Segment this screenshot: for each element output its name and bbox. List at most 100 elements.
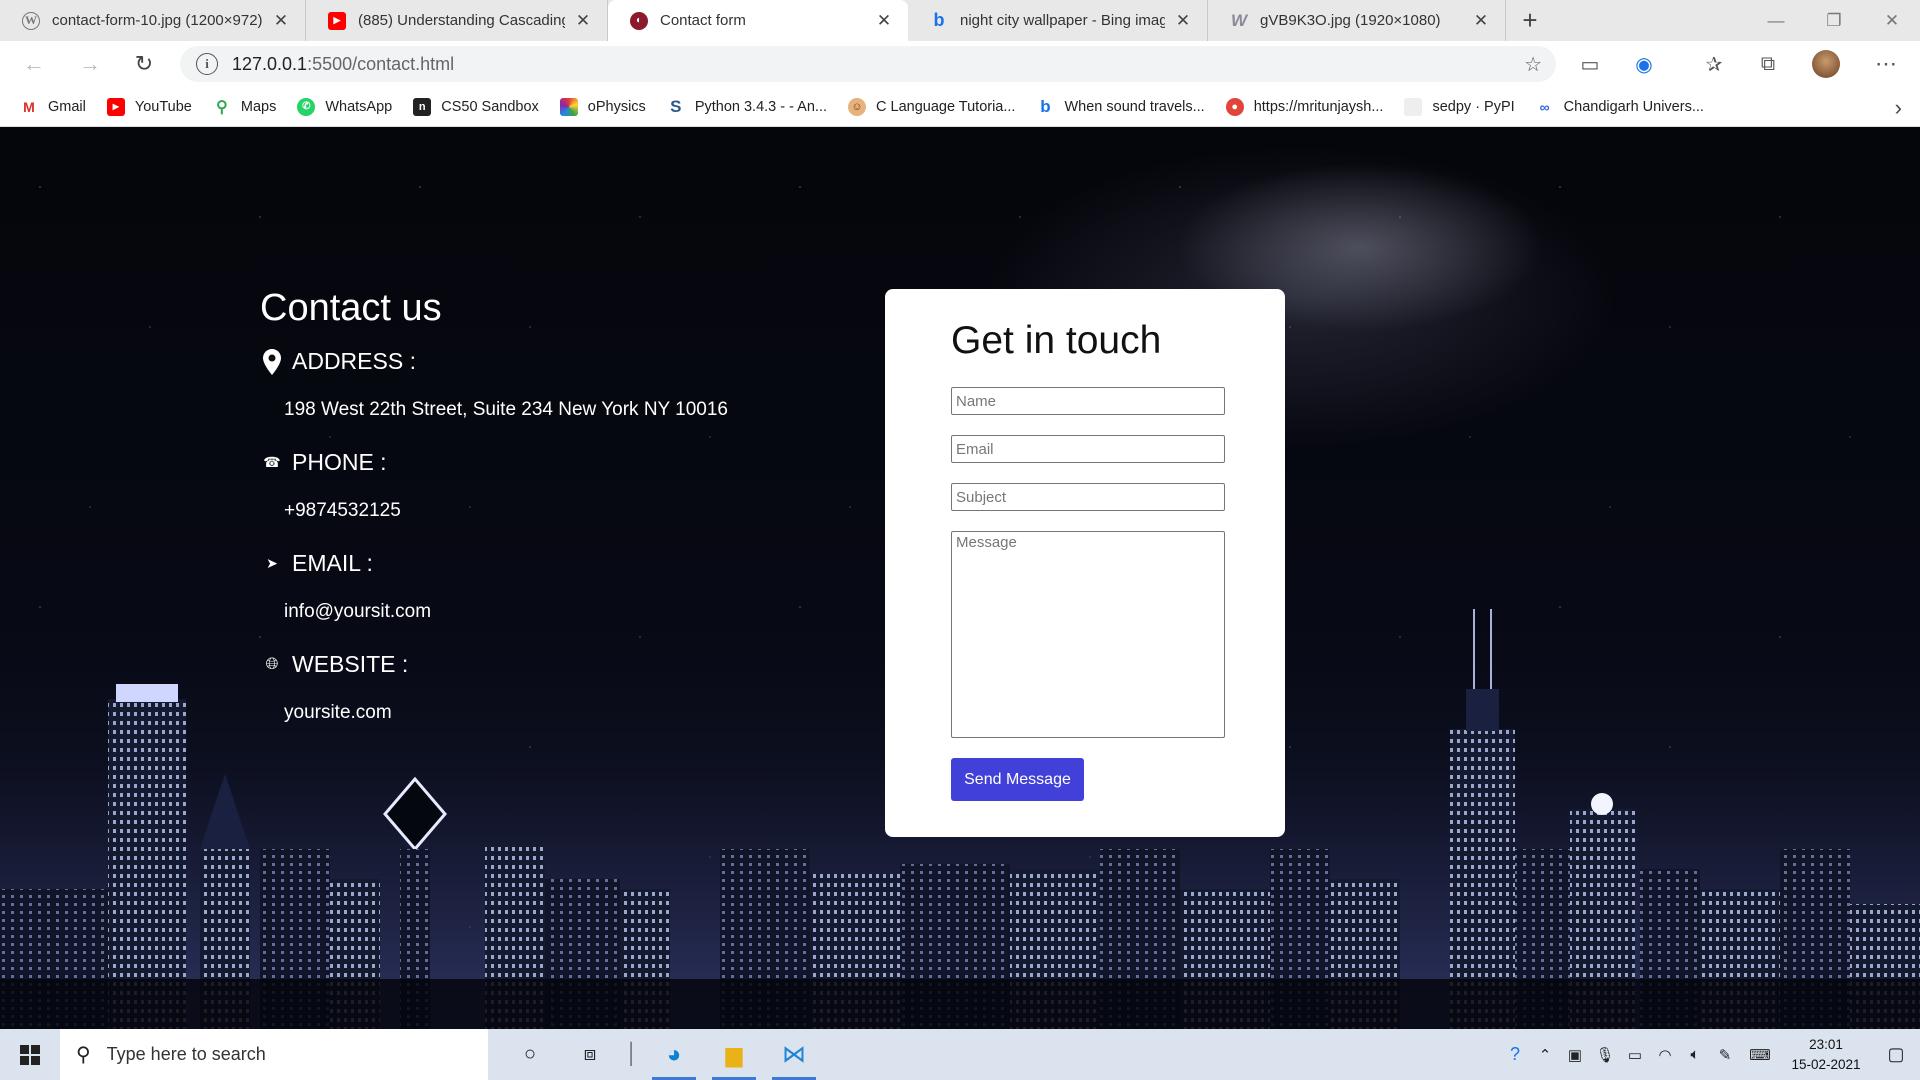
tab-title: gVB9K3O.jpg (1920×1080) — [1260, 12, 1441, 29]
bookmark-maps[interactable]: ⚲ Maps — [213, 98, 276, 116]
meet-now-icon[interactable]: ▣ — [1560, 1029, 1590, 1080]
start-button[interactable] — [0, 1029, 60, 1080]
file-explorer-icon[interactable]: ▆ — [704, 1029, 764, 1080]
minimize-button[interactable]: — — [1748, 0, 1804, 41]
taskbar-search-box[interactable]: ⚲ Type here to search — [60, 1029, 488, 1080]
notifications-icon[interactable]: ▢ — [1872, 1029, 1920, 1080]
chevron-right-icon[interactable]: › — [1895, 95, 1902, 121]
pen-icon[interactable]: ✎ — [1710, 1029, 1740, 1080]
bookmark-label: Chandigarh Univers... — [1563, 98, 1704, 115]
close-icon[interactable]: ✕ — [874, 11, 894, 31]
search-placeholder: Type here to search — [106, 1044, 266, 1064]
email-label: EMAIL : — [292, 550, 373, 576]
edge-browser-icon[interactable]: ◕ — [644, 1029, 704, 1080]
url-text[interactable]: 127.0.0.1:5500/contact.html — [232, 54, 454, 75]
taskbar-divider-icon: │ — [625, 1043, 639, 1065]
bookmark-label: https://mritunjaysh... — [1253, 98, 1384, 115]
ophysics-icon — [559, 97, 578, 116]
tab-wallpaper-image[interactable]: W gVB9K3O.jpg (1920×1080) ✕ — [1208, 0, 1506, 41]
cortana-icon[interactable]: ○ — [500, 1029, 560, 1080]
youtube-icon: ▶ — [328, 11, 346, 30]
search-icon: ⚲ — [76, 1044, 91, 1066]
wordpress-icon: W — [22, 11, 40, 30]
back-arrow-icon[interactable]: ← — [14, 41, 54, 87]
close-icon[interactable]: ✕ — [573, 11, 593, 31]
keyboard-icon[interactable]: ⌨ — [1740, 1029, 1780, 1080]
reload-icon[interactable]: ↻ — [124, 41, 164, 87]
battery-icon[interactable]: ▭ — [1620, 1029, 1650, 1080]
vscode-icon[interactable]: ⋈ — [764, 1029, 824, 1080]
send-message-button[interactable]: Send Message — [951, 758, 1084, 801]
favorites-icon[interactable]: ✰ — [1694, 41, 1734, 87]
tab-bing[interactable]: b night city wallpaper - Bing imag ✕ — [908, 0, 1208, 41]
task-view-icon[interactable]: ⧈ — [560, 1029, 620, 1080]
add-favorite-icon[interactable]: ☆ — [1524, 52, 1542, 77]
close-icon[interactable]: ✕ — [1471, 11, 1491, 31]
message-textarea[interactable] — [951, 531, 1225, 738]
forward-arrow-icon[interactable]: → — [70, 41, 110, 87]
map-pin-icon — [260, 348, 284, 375]
bookmark-cs50[interactable]: n CS50 Sandbox — [413, 97, 539, 116]
bing-icon: b — [933, 10, 945, 30]
bookmark-sound[interactable]: b When sound travels... — [1036, 96, 1205, 116]
microphone-icon[interactable]: 🎙︎ — [1590, 1029, 1620, 1080]
close-icon[interactable]: ✕ — [1173, 11, 1193, 31]
address-bar[interactable]: i 127.0.0.1:5500/contact.html ☆ — [180, 46, 1556, 82]
tab-contact-form-image[interactable]: W contact-form-10.jpg (1200×972) ✕ — [0, 0, 306, 41]
info-icon[interactable]: i — [196, 53, 218, 75]
email-label-row: ➤ EMAIL : — [260, 550, 728, 577]
bookmark-youtube[interactable]: ▶ YouTube — [106, 97, 192, 116]
new-tab-button[interactable]: + — [1512, 0, 1548, 41]
bookmark-chandigarh[interactable]: ∞ Chandigarh Univers... — [1536, 98, 1704, 116]
url-path: :5500/contact.html — [307, 53, 455, 74]
contact-page: Contact us ADDRESS : 198 West 22th Stree… — [0, 127, 1920, 1029]
bookmark-label: Python 3.4.3 - - An... — [694, 98, 827, 115]
bookmark-python[interactable]: S Python 3.4.3 - - An... — [667, 96, 827, 116]
tab-title: Contact form — [660, 12, 746, 29]
windows-taskbar: ⚲ Type here to search ○ ⧈ │ ◕ ▆ ⋈ ? ⌃ ▣ … — [0, 1029, 1920, 1080]
help-icon[interactable]: ? — [1500, 1029, 1530, 1080]
wifi-icon[interactable]: ◠ — [1650, 1029, 1680, 1080]
bookmark-mritunjay[interactable]: ● https://mritunjaysh... — [1225, 97, 1384, 116]
bookmark-label: sedpy · PyPI — [1432, 98, 1515, 115]
website-label: WEBSITE : — [292, 651, 409, 677]
email-input[interactable] — [951, 435, 1225, 463]
phone-label-row: ☎ PHONE : — [260, 449, 728, 476]
extension-icon[interactable]: ◉ — [1624, 41, 1664, 87]
bookmark-label: When sound travels... — [1064, 98, 1205, 115]
close-icon[interactable]: ✕ — [271, 11, 291, 31]
tab-strip: W contact-form-10.jpg (1200×972) ✕ ▶ (88… — [0, 0, 1920, 41]
cu-icon: ∞ — [1539, 98, 1550, 115]
bookmark-ophysics[interactable]: oPhysics — [559, 97, 646, 116]
tab-contact-form[interactable]: ◐ Contact form ✕ — [608, 0, 908, 41]
address-value: 198 West 22th Street, Suite 234 New York… — [284, 399, 728, 420]
contact-title: Contact us — [260, 287, 442, 329]
close-window-button[interactable]: ✕ — [1864, 0, 1920, 41]
cs50-icon: n — [413, 97, 432, 116]
profile-avatar[interactable] — [1806, 41, 1846, 87]
bookmark-label: CS50 Sandbox — [441, 98, 539, 115]
chevron-up-icon[interactable]: ⌃ — [1530, 1029, 1560, 1080]
bookmark-label: oPhysics — [587, 98, 646, 115]
restore-button[interactable]: ❐ — [1806, 0, 1862, 41]
python-icon: S — [670, 96, 682, 116]
volume-icon[interactable]: 🔈︎ — [1680, 1029, 1710, 1080]
screen-cast-icon[interactable]: ▭ — [1570, 41, 1610, 87]
subject-input[interactable] — [951, 483, 1225, 511]
bookmark-pypi[interactable]: sedpy · PyPI — [1404, 97, 1515, 116]
more-menu-icon[interactable]: ⋯ — [1866, 41, 1906, 87]
name-input[interactable] — [951, 387, 1225, 415]
bookmark-gmail[interactable]: M Gmail — [20, 98, 86, 116]
tab-youtube[interactable]: ▶ (885) Understanding Cascading ✕ — [306, 0, 608, 41]
contact-form-card: Get in touch Send Message — [885, 289, 1285, 837]
tab-title: contact-form-10.jpg (1200×972) — [52, 12, 263, 29]
bing-icon: b — [1040, 96, 1051, 116]
taskbar-clock[interactable]: 23:01 15-02-2021 — [1780, 1035, 1872, 1075]
windows-logo-icon — [20, 1044, 40, 1065]
bookmark-label: WhatsApp — [325, 98, 393, 115]
phone-value: +9874532125 — [284, 500, 401, 521]
contact-info-panel: Contact us ADDRESS : 198 West 22th Stree… — [260, 287, 728, 724]
bookmark-c-language[interactable]: ☺ C Language Tutoria... — [848, 97, 1015, 116]
bookmark-whatsapp[interactable]: ✆ WhatsApp — [297, 97, 393, 116]
collections-icon[interactable]: ⧉ — [1748, 41, 1788, 87]
